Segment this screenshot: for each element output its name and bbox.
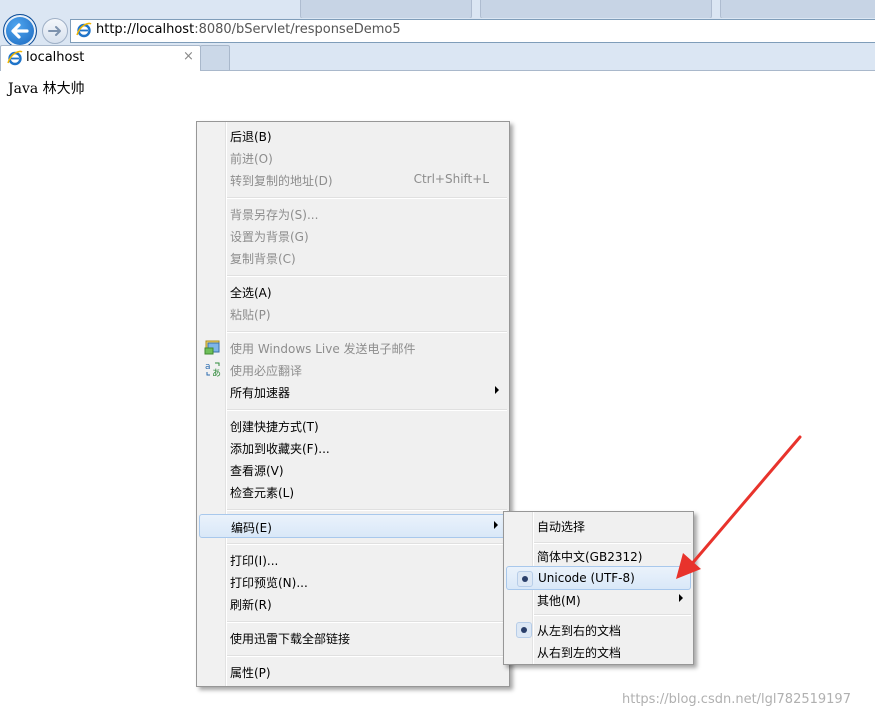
menu-item-bing-translate[interactable]: a あ 使用必应翻译 <box>199 358 507 380</box>
menu-item-label: 添加到收藏夹(F)... <box>230 442 330 456</box>
new-tab-button[interactable] <box>200 45 230 70</box>
radio-selected-icon <box>516 622 532 638</box>
background-windows-strip <box>300 0 875 18</box>
ie-logo-icon <box>76 22 92 38</box>
svg-text:a: a <box>205 362 211 372</box>
menu-item-label: Unicode (UTF-8) <box>538 571 635 585</box>
menu-item-label: 从右到左的文档 <box>537 646 622 660</box>
svg-text:あ: あ <box>212 368 221 378</box>
windows-live-mail-icon <box>204 340 220 355</box>
background-tab[interactable] <box>720 0 875 18</box>
forward-button[interactable] <box>42 18 68 44</box>
menu-item-label: 属性(P) <box>230 666 271 680</box>
menu-item-save-background[interactable]: 背景另存为(S)... <box>199 202 507 224</box>
tab-close-icon[interactable]: × <box>183 49 194 64</box>
menu-item-encoding[interactable]: 编码(E) <box>199 514 507 538</box>
encoding-item-auto-select[interactable]: 自动选择 <box>506 514 691 536</box>
menu-item-inspect-element[interactable]: 检查元素(L) <box>199 480 507 502</box>
forward-arrow-icon <box>48 26 61 36</box>
url-host: http://localhost <box>96 22 195 37</box>
menu-item-select-all[interactable]: 全选(A) <box>199 280 507 302</box>
menu-item-label: 打印预览(N)... <box>230 576 308 590</box>
menu-item-label: 查看源(V) <box>230 464 284 478</box>
menu-item-properties[interactable]: 属性(P) <box>199 660 507 682</box>
submenu-arrow-icon <box>679 594 683 602</box>
menu-item-label: 简体中文(GB2312) <box>537 550 643 564</box>
menu-item-label: 使用 Windows Live 发送电子邮件 <box>230 342 416 356</box>
menu-item-go-to-copied-address[interactable]: 转到复制的地址(D) Ctrl+Shift+L <box>199 168 507 190</box>
ie-tab-icon <box>7 50 23 66</box>
encoding-item-utf8[interactable]: Unicode (UTF-8) <box>506 566 691 590</box>
menu-item-view-source[interactable]: 查看源(V) <box>199 458 507 480</box>
menu-item-print-preview[interactable]: 打印预览(N)... <box>199 570 507 592</box>
menu-item-label: 转到复制的地址(D) <box>230 174 333 188</box>
encoding-item-other[interactable]: 其他(M) <box>506 588 691 610</box>
menu-item-print[interactable]: 打印(I)... <box>199 548 507 570</box>
menu-item-label: 复制背景(C) <box>230 252 296 266</box>
menu-separator <box>227 197 507 199</box>
background-tab[interactable] <box>480 0 712 18</box>
context-menu: 后退(B) 前进(O) 转到复制的地址(D) Ctrl+Shift+L 背景另存为… <box>196 121 510 687</box>
menu-item-forward[interactable]: 前进(O) <box>199 146 507 168</box>
menu-item-create-shortcut[interactable]: 创建快捷方式(T) <box>199 414 507 436</box>
menu-item-label: 粘贴(P) <box>230 308 271 322</box>
back-button[interactable] <box>3 14 37 48</box>
menu-separator <box>534 614 691 616</box>
url-path: :8080/bServlet/responseDemo5 <box>194 22 401 37</box>
menu-separator <box>227 543 507 545</box>
menu-item-label: 设置为背景(G) <box>230 230 309 244</box>
menu-item-label: 所有加速器 <box>230 386 291 400</box>
menu-item-label: 其他(M) <box>537 594 581 608</box>
menu-item-refresh[interactable]: 刷新(R) <box>199 592 507 614</box>
menu-item-label: 编码(E) <box>231 521 272 535</box>
menu-item-label: 背景另存为(S)... <box>230 208 319 222</box>
menu-separator <box>227 621 507 623</box>
radio-selected-icon <box>517 571 533 587</box>
menu-item-label: 前进(O) <box>230 152 273 166</box>
back-arrow-icon <box>11 23 29 39</box>
menu-item-copy-background[interactable]: 复制背景(C) <box>199 246 507 268</box>
menu-item-add-to-favorites[interactable]: 添加到收藏夹(F)... <box>199 436 507 458</box>
menu-item-set-as-background[interactable]: 设置为背景(G) <box>199 224 507 246</box>
encoding-item-gb2312[interactable]: 简体中文(GB2312) <box>506 544 691 566</box>
menu-separator <box>227 409 507 411</box>
menu-item-label: 打印(I)... <box>230 554 279 568</box>
menu-item-label: 全选(A) <box>230 286 272 300</box>
menu-item-label: 刷新(R) <box>230 598 272 612</box>
encoding-submenu: 自动选择 简体中文(GB2312) Unicode (UTF-8) 其他(M) … <box>503 511 694 665</box>
menu-item-label: 后退(B) <box>230 130 272 144</box>
menu-item-label: 从左到右的文档 <box>537 624 622 638</box>
menu-separator <box>227 275 507 277</box>
menu-separator <box>227 509 507 511</box>
menu-item-label: 检查元素(L) <box>230 486 295 500</box>
menu-item-label: 自动选择 <box>537 520 586 534</box>
encoding-item-ltr[interactable]: 从左到右的文档 <box>506 618 691 640</box>
url-text[interactable]: http://localhost:8080/bServlet/responseD… <box>96 22 401 37</box>
page-body-text: Java 林大帅 <box>8 81 85 97</box>
submenu-arrow-icon <box>495 386 499 394</box>
tab-title: localhost <box>26 50 85 65</box>
menu-item-label: 使用迅雷下载全部链接 <box>230 632 351 646</box>
background-tab[interactable] <box>300 0 472 18</box>
menu-item-accelerators[interactable]: 所有加速器 <box>199 380 507 402</box>
menu-item-label: 使用必应翻译 <box>230 364 303 378</box>
submenu-arrow-icon <box>494 521 498 529</box>
watermark-text: https://blog.csdn.net/lgl782519197 <box>622 692 851 707</box>
menu-item-shortcut: Ctrl+Shift+L <box>413 172 489 186</box>
menu-separator <box>227 331 507 333</box>
menu-item-back[interactable]: 后退(B) <box>199 124 507 146</box>
translate-icon: a あ <box>205 362 221 378</box>
encoding-item-rtl[interactable]: 从右到左的文档 <box>506 640 691 662</box>
menu-item-email-windows-live[interactable]: 使用 Windows Live 发送电子邮件 <box>199 336 507 358</box>
menu-item-label: 创建快捷方式(T) <box>230 420 319 434</box>
menu-separator <box>227 655 507 657</box>
menu-item-paste[interactable]: 粘贴(P) <box>199 302 507 324</box>
menu-item-thunder-download-all[interactable]: 使用迅雷下载全部链接 <box>199 626 507 648</box>
